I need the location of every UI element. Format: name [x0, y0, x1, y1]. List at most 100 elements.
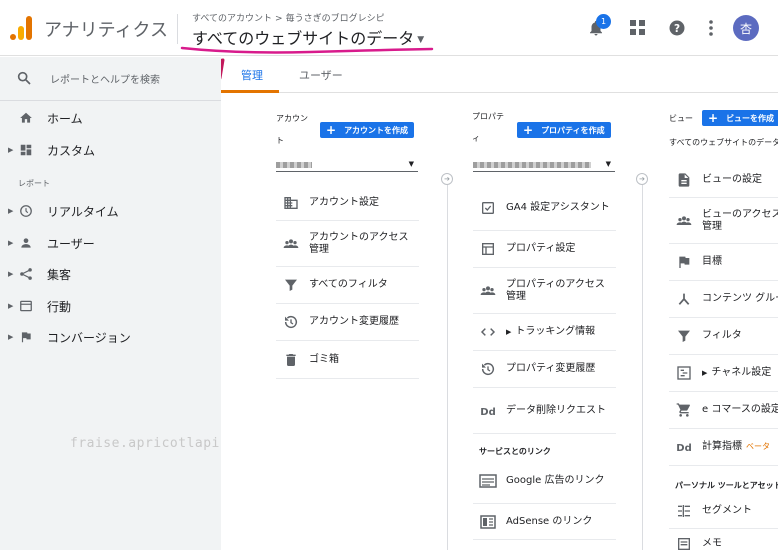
create-view-button[interactable]: + ビューを作成 — [702, 110, 778, 126]
row-label: GA4 設定アシスタント — [506, 201, 610, 213]
sidebar-item-conversions[interactable]: ▶ コンバージョン — [0, 323, 221, 351]
apps-grid-icon[interactable] — [628, 18, 648, 38]
segment-icon — [675, 502, 693, 520]
tab-user[interactable]: ユーザー — [299, 67, 343, 83]
row-label: Google 広告のリンク — [506, 475, 605, 486]
svg-text:Dd: Dd — [480, 407, 495, 418]
row-label: コンテンツ グループ — [702, 293, 778, 304]
view-filters-row[interactable]: フィルタ — [669, 318, 778, 355]
clock-icon — [18, 203, 34, 219]
service-links-heading: サービスとのリンク — [479, 447, 551, 456]
data-deletion-row[interactable]: Dd データ削除リクエスト — [473, 388, 616, 434]
expand-arrow-icon[interactable]: ▶ — [702, 369, 707, 377]
personal-tools-heading: パーソナル ツールとアセット — [675, 481, 778, 490]
row-label: ビューの設定 — [702, 173, 762, 185]
expand-arrow-icon[interactable]: ▶ — [8, 239, 13, 247]
adsense-link-row[interactable]: AdSense のリンク — [473, 504, 616, 540]
column-divider — [642, 183, 643, 550]
expand-arrow-icon[interactable]: ▶ — [8, 207, 13, 215]
content-grouping-row[interactable]: コンテンツ グループ — [669, 281, 778, 318]
row-label: AdSense のリンク — [506, 515, 593, 527]
account-access-row[interactable]: アカウントのアクセス管理 — [276, 221, 419, 267]
account-avatar[interactable]: 杏 — [733, 15, 759, 41]
sidebar-item-custom[interactable]: ▶ カスタム — [0, 136, 221, 164]
sidebar-item-behavior[interactable]: ▶ 行動 — [0, 292, 221, 320]
trash-icon — [282, 351, 300, 369]
view-access-row[interactable]: ビューのアクセス管理 — [669, 198, 778, 244]
admin-tabs: 管理 ユーザー — [221, 57, 778, 93]
caret-down-icon: ▼ — [408, 160, 414, 168]
property-settings-row[interactable]: プロパティ設定 — [473, 231, 616, 268]
column-divider — [447, 183, 448, 550]
filter-icon — [282, 276, 300, 294]
account-history-row[interactable]: アカウント変更履歴 — [276, 304, 419, 341]
breadcrumb-separator: > — [275, 14, 283, 24]
create-account-label: アカウントを作成 — [344, 125, 409, 135]
row-label: プロパティのアクセス管理 — [506, 278, 605, 302]
ecommerce-settings-row[interactable]: e コマースの設定 — [669, 392, 778, 429]
breadcrumb-account[interactable]: 毎うさぎのブログレシピ — [286, 14, 385, 24]
google-ads-link-row[interactable]: Google 広告のリンク — [473, 459, 616, 504]
expand-arrow-icon[interactable]: ▶ — [8, 146, 13, 154]
account-picker[interactable]: ▼ — [276, 158, 418, 172]
row-label: ゴミ箱 — [309, 353, 339, 365]
segments-row[interactable]: セグメント — [669, 493, 778, 529]
adsense-icon — [479, 513, 497, 531]
flag-icon — [18, 329, 34, 345]
expand-arrow-icon[interactable]: ▶ — [8, 333, 13, 341]
sidebar-item-label: 行動 — [47, 299, 72, 314]
all-filters-row[interactable]: すべてのフィルタ — [276, 267, 419, 304]
tab-admin[interactable]: 管理 — [241, 67, 263, 83]
property-label-line2: ィ — [472, 134, 480, 143]
sidebar-item-home[interactable]: ホーム — [0, 104, 221, 132]
report-search[interactable]: レポートとヘルプを検索 — [0, 57, 221, 101]
row-label: フィルタ — [702, 330, 742, 341]
dd-icon: Dd — [675, 438, 693, 456]
expand-arrow-icon[interactable]: ▶ — [506, 328, 511, 336]
create-account-button[interactable]: + アカウントを作成 — [320, 122, 415, 138]
svg-text:Dd: Dd — [676, 443, 691, 454]
row-label: メモ — [702, 538, 722, 549]
expand-arrow-icon[interactable]: ▶ — [8, 302, 13, 310]
trash-row[interactable]: ゴミ箱 — [276, 341, 419, 379]
sidebar-item-audience[interactable]: ▶ ユーザー — [0, 229, 221, 257]
tracking-info-label: トラッキング情報 — [515, 326, 596, 337]
cart-icon — [675, 401, 693, 419]
row-label: セグメント — [702, 504, 752, 516]
row-label: 計算指標 ベータ — [702, 441, 770, 453]
sidebar-item-realtime[interactable]: ▶ リアルタイム — [0, 197, 221, 225]
selected-view-name[interactable]: すべてのウェブサイトのデータ — [669, 137, 778, 148]
people-icon — [479, 282, 497, 300]
account-settings-row[interactable]: アカウント設定 — [276, 185, 419, 221]
note-icon — [675, 535, 693, 550]
property-picker[interactable]: ▼ — [473, 158, 615, 172]
sidebar-item-acquisition[interactable]: ▶ 集客 — [0, 260, 221, 288]
property-name-redacted — [473, 161, 591, 168]
annotations-row[interactable]: メモ — [669, 529, 778, 550]
breadcrumb-all-accounts[interactable]: すべてのアカウント — [192, 14, 272, 24]
dd-icon: Dd — [479, 402, 497, 420]
property-column-label: プロパテ ィ — [472, 111, 504, 144]
analytics-logo-icon[interactable] — [10, 16, 32, 40]
account-column-label: アカウン ト — [276, 113, 308, 146]
expand-arrow-icon[interactable]: ▶ — [8, 270, 13, 278]
tracking-info-row[interactable]: ▶ トラッキング情報 — [473, 314, 616, 351]
row-label: すべてのフィルタ — [309, 279, 388, 290]
search-placeholder: レポートとヘルプを検索 — [50, 75, 160, 86]
property-history-row[interactable]: プロパティ変更履歴 — [473, 351, 616, 388]
row-label: アカウント変更履歴 — [309, 316, 399, 327]
building-icon — [282, 194, 300, 212]
sidebar-item-label: カスタム — [47, 143, 96, 158]
property-access-row[interactable]: プロパティのアクセス管理 — [473, 268, 616, 314]
calculated-metrics-row[interactable]: Dd 計算指標 ベータ — [669, 429, 778, 466]
ads-icon — [479, 472, 497, 490]
channel-settings-row[interactable]: ▶ チャネル設定 — [669, 355, 778, 392]
row-label: プロパティ変更履歴 — [506, 363, 596, 374]
view-settings-row[interactable]: ビューの設定 — [669, 162, 778, 198]
ga4-assistant-row[interactable]: GA4 設定アシスタント — [473, 185, 616, 231]
goals-row[interactable]: 目標 — [669, 244, 778, 281]
more-vert-icon[interactable] — [701, 18, 721, 38]
home-icon — [18, 110, 34, 126]
create-property-button[interactable]: + プロパティを作成 — [517, 122, 611, 138]
help-icon[interactable]: ? — [667, 18, 687, 38]
